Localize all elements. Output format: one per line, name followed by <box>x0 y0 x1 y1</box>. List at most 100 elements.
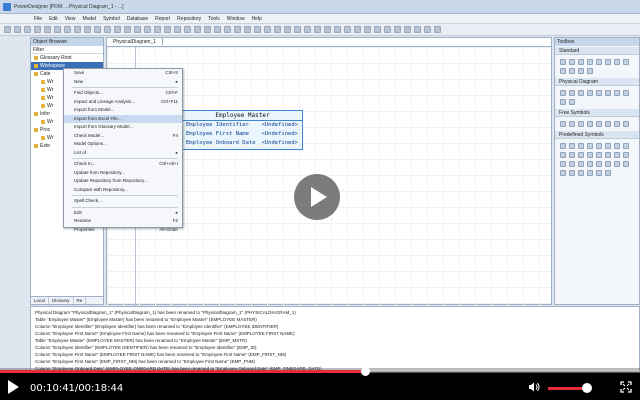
context-menu-item[interactable]: New ▸ <box>64 78 182 87</box>
tool-icon[interactable] <box>613 89 620 96</box>
tool-icon[interactable] <box>568 89 575 96</box>
entity-column-row[interactable]: Employee Onboard Date <Undefined> <box>183 139 302 148</box>
volume-icon[interactable] <box>528 381 540 393</box>
tool-icon[interactable] <box>586 169 593 176</box>
context-menu-item[interactable]: Import from Excel File... <box>64 114 182 123</box>
tool-icon[interactable] <box>559 98 566 105</box>
menu-view[interactable]: View <box>65 16 76 22</box>
tool-icon[interactable] <box>622 151 629 158</box>
tab-glossary[interactable]: Glossary <box>49 297 74 304</box>
toolbar-button-icon[interactable] <box>154 26 161 33</box>
video-progress-bar[interactable] <box>0 367 640 376</box>
toolbar-button-icon[interactable] <box>34 26 41 33</box>
progress-knob[interactable] <box>360 367 370 376</box>
tool-icon[interactable] <box>586 142 593 149</box>
toolbar-button-icon[interactable] <box>194 26 201 33</box>
tool-icon[interactable] <box>586 58 593 65</box>
volume-knob[interactable] <box>582 383 593 393</box>
context-menu-item[interactable]: Import from Model... <box>64 106 182 115</box>
play-pause-icon[interactable] <box>8 380 19 394</box>
tool-icon[interactable] <box>568 120 575 127</box>
menu-repository[interactable]: Repository <box>177 16 201 22</box>
tool-icon[interactable] <box>559 160 566 167</box>
tool-icon[interactable] <box>604 151 611 158</box>
video-play-button[interactable] <box>294 174 340 220</box>
tool-icon[interactable] <box>559 142 566 149</box>
tool-icon[interactable] <box>568 160 575 167</box>
tool-icon[interactable] <box>604 160 611 167</box>
tool-icon[interactable] <box>568 98 575 105</box>
tool-icon[interactable] <box>577 151 584 158</box>
toolbar-button-icon[interactable] <box>14 26 21 33</box>
toolbar-button-icon[interactable] <box>44 26 51 33</box>
context-menu-item[interactable]: Impact and Lineage Analysis... Ctrl+F11 <box>64 98 182 107</box>
tool-icon[interactable] <box>559 67 566 74</box>
menu-file[interactable]: File <box>34 16 42 22</box>
tool-icon[interactable] <box>586 89 593 96</box>
tool-icon[interactable] <box>604 120 611 127</box>
tool-icon[interactable] <box>559 151 566 158</box>
toolbar-button-icon[interactable] <box>204 26 211 33</box>
tab-physical-diagram[interactable]: PhysicalDiagram_1 <box>107 38 164 46</box>
filter-field[interactable]: Filter <box>31 46 103 54</box>
toolbar-button-icon[interactable] <box>114 26 121 33</box>
tool-icon[interactable] <box>577 160 584 167</box>
toolbar-button-icon[interactable] <box>94 26 101 33</box>
toolbox-section-header[interactable]: Free Symbols <box>555 109 639 117</box>
tool-icon[interactable] <box>568 58 575 65</box>
toolbox-section-header[interactable]: Physical Diagram <box>555 78 639 86</box>
toolbar-button-icon[interactable] <box>284 26 291 33</box>
toolbar-button-icon[interactable] <box>4 26 11 33</box>
tool-icon[interactable] <box>595 120 602 127</box>
menu-help[interactable]: Help <box>252 16 262 22</box>
toolbar-button-icon[interactable] <box>424 26 431 33</box>
toolbar-button-icon[interactable] <box>74 26 81 33</box>
entity-employee-master[interactable]: Employee Master Employee Identifier <Unde… <box>182 110 303 150</box>
context-menu-item[interactable]: Compare with Repository... <box>64 186 182 195</box>
tool-icon[interactable] <box>595 142 602 149</box>
tab-local[interactable]: Local <box>31 297 49 304</box>
tool-icon[interactable] <box>577 142 584 149</box>
context-menu-item[interactable]: Update from Repository... <box>64 169 182 178</box>
tool-icon[interactable] <box>577 120 584 127</box>
toolbar-button-icon[interactable] <box>254 26 261 33</box>
tool-icon[interactable] <box>622 58 629 65</box>
menu-symbol[interactable]: Symbol <box>103 16 120 22</box>
toolbar-button-icon[interactable] <box>274 26 281 33</box>
tool-icon[interactable] <box>577 67 584 74</box>
toolbar-button-icon[interactable] <box>244 26 251 33</box>
tool-icon[interactable] <box>613 120 620 127</box>
tool-icon[interactable] <box>613 160 620 167</box>
tool-icon[interactable] <box>595 160 602 167</box>
tool-icon[interactable] <box>577 169 584 176</box>
tool-icon[interactable] <box>622 89 629 96</box>
tool-icon[interactable] <box>622 160 629 167</box>
menu-window[interactable]: Window <box>227 16 245 22</box>
toolbar-button-icon[interactable] <box>384 26 391 33</box>
toolbar-button-icon[interactable] <box>164 26 171 33</box>
tool-icon[interactable] <box>568 142 575 149</box>
tool-icon[interactable] <box>559 58 566 65</box>
tool-icon[interactable] <box>613 142 620 149</box>
menu-tools[interactable]: Tools <box>208 16 220 22</box>
tool-icon[interactable] <box>595 58 602 65</box>
context-menu-item[interactable]: Check In... Ctrl+Alt+I <box>64 160 182 169</box>
menu-report[interactable]: Report <box>155 16 170 22</box>
context-menu-item[interactable]: Properties Alt+Enter <box>64 226 182 235</box>
context-menu-item[interactable]: Update Repository from Repository... <box>64 177 182 186</box>
tool-icon[interactable] <box>586 151 593 158</box>
tool-icon[interactable] <box>604 89 611 96</box>
tool-icon[interactable] <box>559 120 566 127</box>
toolbar-button-icon[interactable] <box>314 26 321 33</box>
tool-icon[interactable] <box>559 169 566 176</box>
toolbar-button-icon[interactable] <box>24 26 31 33</box>
tool-icon[interactable] <box>586 120 593 127</box>
toolbar-button-icon[interactable] <box>294 26 301 33</box>
tool-icon[interactable] <box>595 169 602 176</box>
context-menu-item[interactable]: List of ▸ <box>64 149 182 158</box>
tool-icon[interactable] <box>568 169 575 176</box>
tool-icon[interactable] <box>622 142 629 149</box>
tool-icon[interactable] <box>595 151 602 158</box>
context-menu-item[interactable]: Check Model... F4 <box>64 132 182 141</box>
context-menu-item[interactable]: Find Objects... Ctrl+F <box>64 89 182 98</box>
